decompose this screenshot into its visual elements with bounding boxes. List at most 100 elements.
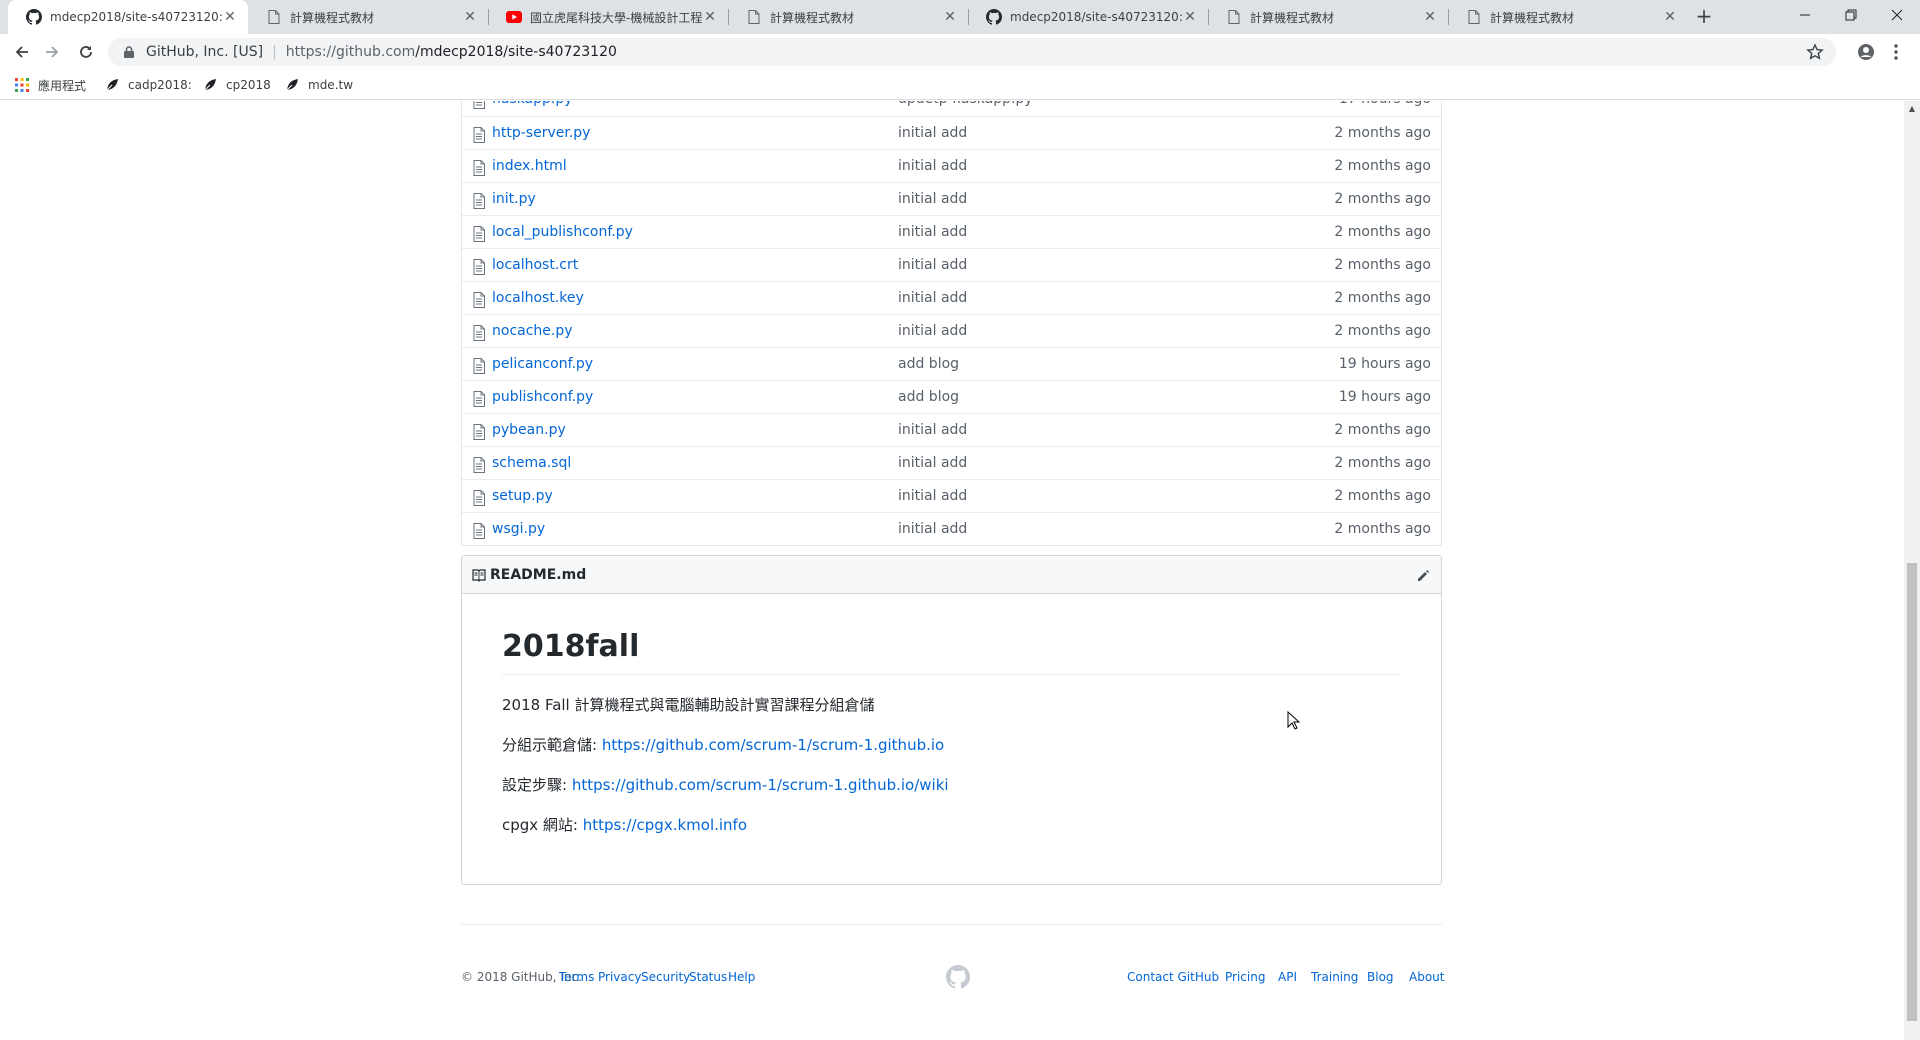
file-name-link[interactable]: flaskapp.py	[492, 101, 573, 107]
file-name-link[interactable]: localhost.crt	[492, 257, 578, 273]
page-icon	[266, 9, 282, 25]
bookmark-cp2018[interactable]: cp2018	[202, 76, 271, 94]
file-row[interactable]: pybean.py initial add 2 months ago	[462, 413, 1441, 446]
tab-page-2[interactable]: 計算機程式教材 ✕	[728, 0, 968, 34]
commit-message-link[interactable]: initial add	[898, 488, 967, 504]
file-row[interactable]: publishconf.py add blog 19 hours ago	[462, 380, 1441, 413]
reload-icon[interactable]	[72, 38, 100, 66]
bookmark-mde-tw[interactable]: mde.tw	[284, 76, 353, 94]
commit-message-link[interactable]: add blog	[898, 356, 959, 372]
file-name-link[interactable]: wsgi.py	[492, 521, 545, 537]
commit-age: 19 hours ago	[1338, 356, 1431, 372]
file-icon	[473, 325, 485, 341]
commit-message-link[interactable]: initial add	[898, 521, 967, 537]
file-name-link[interactable]: localhost.key	[492, 290, 584, 306]
footer-link-security[interactable]: Security	[641, 970, 690, 984]
close-window-icon[interactable]	[1874, 0, 1920, 30]
commit-age: 2 months ago	[1334, 224, 1431, 240]
file-name-link[interactable]: publishconf.py	[492, 389, 593, 405]
commit-message-link[interactable]: initial add	[898, 455, 967, 471]
file-row[interactable]: http-server.py initial add 2 months ago	[462, 116, 1441, 149]
cpgx-site-link[interactable]: https://cpgx.kmol.info	[583, 816, 747, 834]
footer-link-about[interactable]: About	[1409, 970, 1444, 984]
commit-message-link[interactable]: initial add	[898, 290, 967, 306]
menu-kebab-icon[interactable]	[1882, 38, 1910, 66]
restore-icon[interactable]	[1828, 0, 1874, 30]
file-name-link[interactable]: pelicanconf.py	[492, 356, 593, 372]
close-tab-icon[interactable]: ✕	[942, 9, 958, 25]
commit-message-link[interactable]: initial add	[898, 257, 967, 273]
github-logo-icon[interactable]	[946, 965, 970, 989]
commit-message-link[interactable]: add blog	[898, 389, 959, 405]
scroll-up-arrow-icon[interactable]: ▲	[1904, 101, 1920, 117]
bookmark-apps[interactable]: 應用程式	[14, 76, 86, 94]
close-tab-icon[interactable]: ✕	[462, 9, 478, 25]
scrollbar-thumb[interactable]	[1907, 563, 1917, 1021]
file-icon	[473, 292, 485, 308]
commit-message-link[interactable]: initial add	[898, 422, 967, 438]
minimize-icon[interactable]	[1782, 0, 1828, 30]
footer-link-blog[interactable]: Blog	[1367, 970, 1394, 984]
back-arrow-icon[interactable]	[8, 38, 36, 66]
file-name-link[interactable]: schema.sql	[492, 455, 571, 471]
forward-arrow-icon[interactable]	[38, 38, 66, 66]
tab-github[interactable]: mdecp2018/site-s40723120: si ✕	[968, 0, 1208, 34]
tab-page-3[interactable]: 計算機程式教材 ✕	[1208, 0, 1448, 34]
commit-message-link[interactable]: initial add	[898, 323, 967, 339]
tab-page-4[interactable]: 計算機程式教材 ✕	[1448, 0, 1688, 34]
setup-wiki-link[interactable]: https://github.com/scrum-1/scrum-1.githu…	[572, 776, 949, 794]
file-icon	[473, 424, 485, 440]
footer-link-privacy[interactable]: Privacy	[598, 970, 641, 984]
footer-link-pricing[interactable]: Pricing	[1225, 970, 1265, 984]
commit-message-link[interactable]: initial add	[898, 224, 967, 240]
address-bar[interactable]: GitHub, Inc. [US] | https://github.com/m…	[108, 38, 1836, 66]
youtube-icon	[506, 9, 522, 25]
file-name-link[interactable]: http-server.py	[492, 125, 590, 141]
demo-repo-link[interactable]: https://github.com/scrum-1/scrum-1.githu…	[602, 736, 944, 754]
pencil-edit-icon[interactable]	[1415, 568, 1431, 584]
tab-page-1[interactable]: 計算機程式教材 ✕	[248, 0, 488, 34]
file-name-link[interactable]: local_publishconf.py	[492, 224, 633, 240]
file-icon	[473, 457, 485, 473]
new-tab-button[interactable]: +	[1692, 5, 1716, 29]
close-tab-icon[interactable]: ✕	[1662, 9, 1678, 25]
close-tab-icon[interactable]: ✕	[1182, 9, 1198, 25]
lock-icon[interactable]	[122, 45, 136, 59]
close-tab-icon[interactable]: ✕	[222, 9, 238, 25]
commit-age: 2 months ago	[1334, 521, 1431, 537]
file-row[interactable]: schema.sql initial add 2 months ago	[462, 446, 1441, 479]
footer-link-help[interactable]: Help	[728, 970, 755, 984]
page-scrollbar[interactable]: ▲	[1904, 101, 1920, 1040]
footer-link-terms[interactable]: Terms	[559, 970, 594, 984]
file-name-link[interactable]: pybean.py	[492, 422, 566, 438]
footer-link-contact[interactable]: Contact GitHub	[1127, 970, 1219, 984]
file-row[interactable]: local_publishconf.py initial add 2 months …	[462, 215, 1441, 248]
file-row[interactable]: setup.py initial add 2 months ago	[462, 479, 1441, 512]
tab-youtube[interactable]: 國立虎尾科技大學-機械設計工程 ✕	[488, 0, 728, 34]
bookmark-star-icon[interactable]	[1806, 43, 1824, 61]
close-tab-icon[interactable]: ✕	[702, 9, 718, 25]
file-row[interactable]: flaskapp.py updetp flaskapp.py 17 hours ag…	[462, 101, 1441, 116]
footer-link-api[interactable]: API	[1278, 970, 1297, 984]
file-name-link[interactable]: nocache.py	[492, 323, 573, 339]
file-name-link[interactable]: init.py	[492, 191, 536, 207]
file-row[interactable]: localhost.crt initial add 2 months ago	[462, 248, 1441, 281]
file-name-link[interactable]: setup.py	[492, 488, 553, 504]
bookmark-cadp2018[interactable]: cadp2018:	[104, 76, 192, 94]
file-name-link[interactable]: index.html	[492, 158, 567, 174]
file-row[interactable]: nocache.py initial add 2 months ago	[462, 314, 1441, 347]
commit-message-link[interactable]: initial add	[898, 158, 967, 174]
profile-avatar-icon[interactable]	[1852, 38, 1880, 66]
file-row[interactable]: init.py initial add 2 months ago	[462, 182, 1441, 215]
commit-message-link[interactable]: updetp flaskapp.py	[898, 101, 1033, 107]
tab-github-active[interactable]: mdecp2018/site-s40723120: si ✕	[8, 0, 248, 34]
commit-message-link[interactable]: initial add	[898, 125, 967, 141]
file-row[interactable]: pelicanconf.py add blog 19 hours ago	[462, 347, 1441, 380]
file-row[interactable]: wsgi.py initial add 2 months ago	[462, 512, 1441, 545]
file-row[interactable]: localhost.key initial add 2 months ago	[462, 281, 1441, 314]
file-row[interactable]: index.html initial add 2 months ago	[462, 149, 1441, 182]
commit-message-link[interactable]: initial add	[898, 191, 967, 207]
footer-link-status[interactable]: Status	[689, 970, 727, 984]
footer-link-training[interactable]: Training	[1311, 970, 1358, 984]
close-tab-icon[interactable]: ✕	[1422, 9, 1438, 25]
